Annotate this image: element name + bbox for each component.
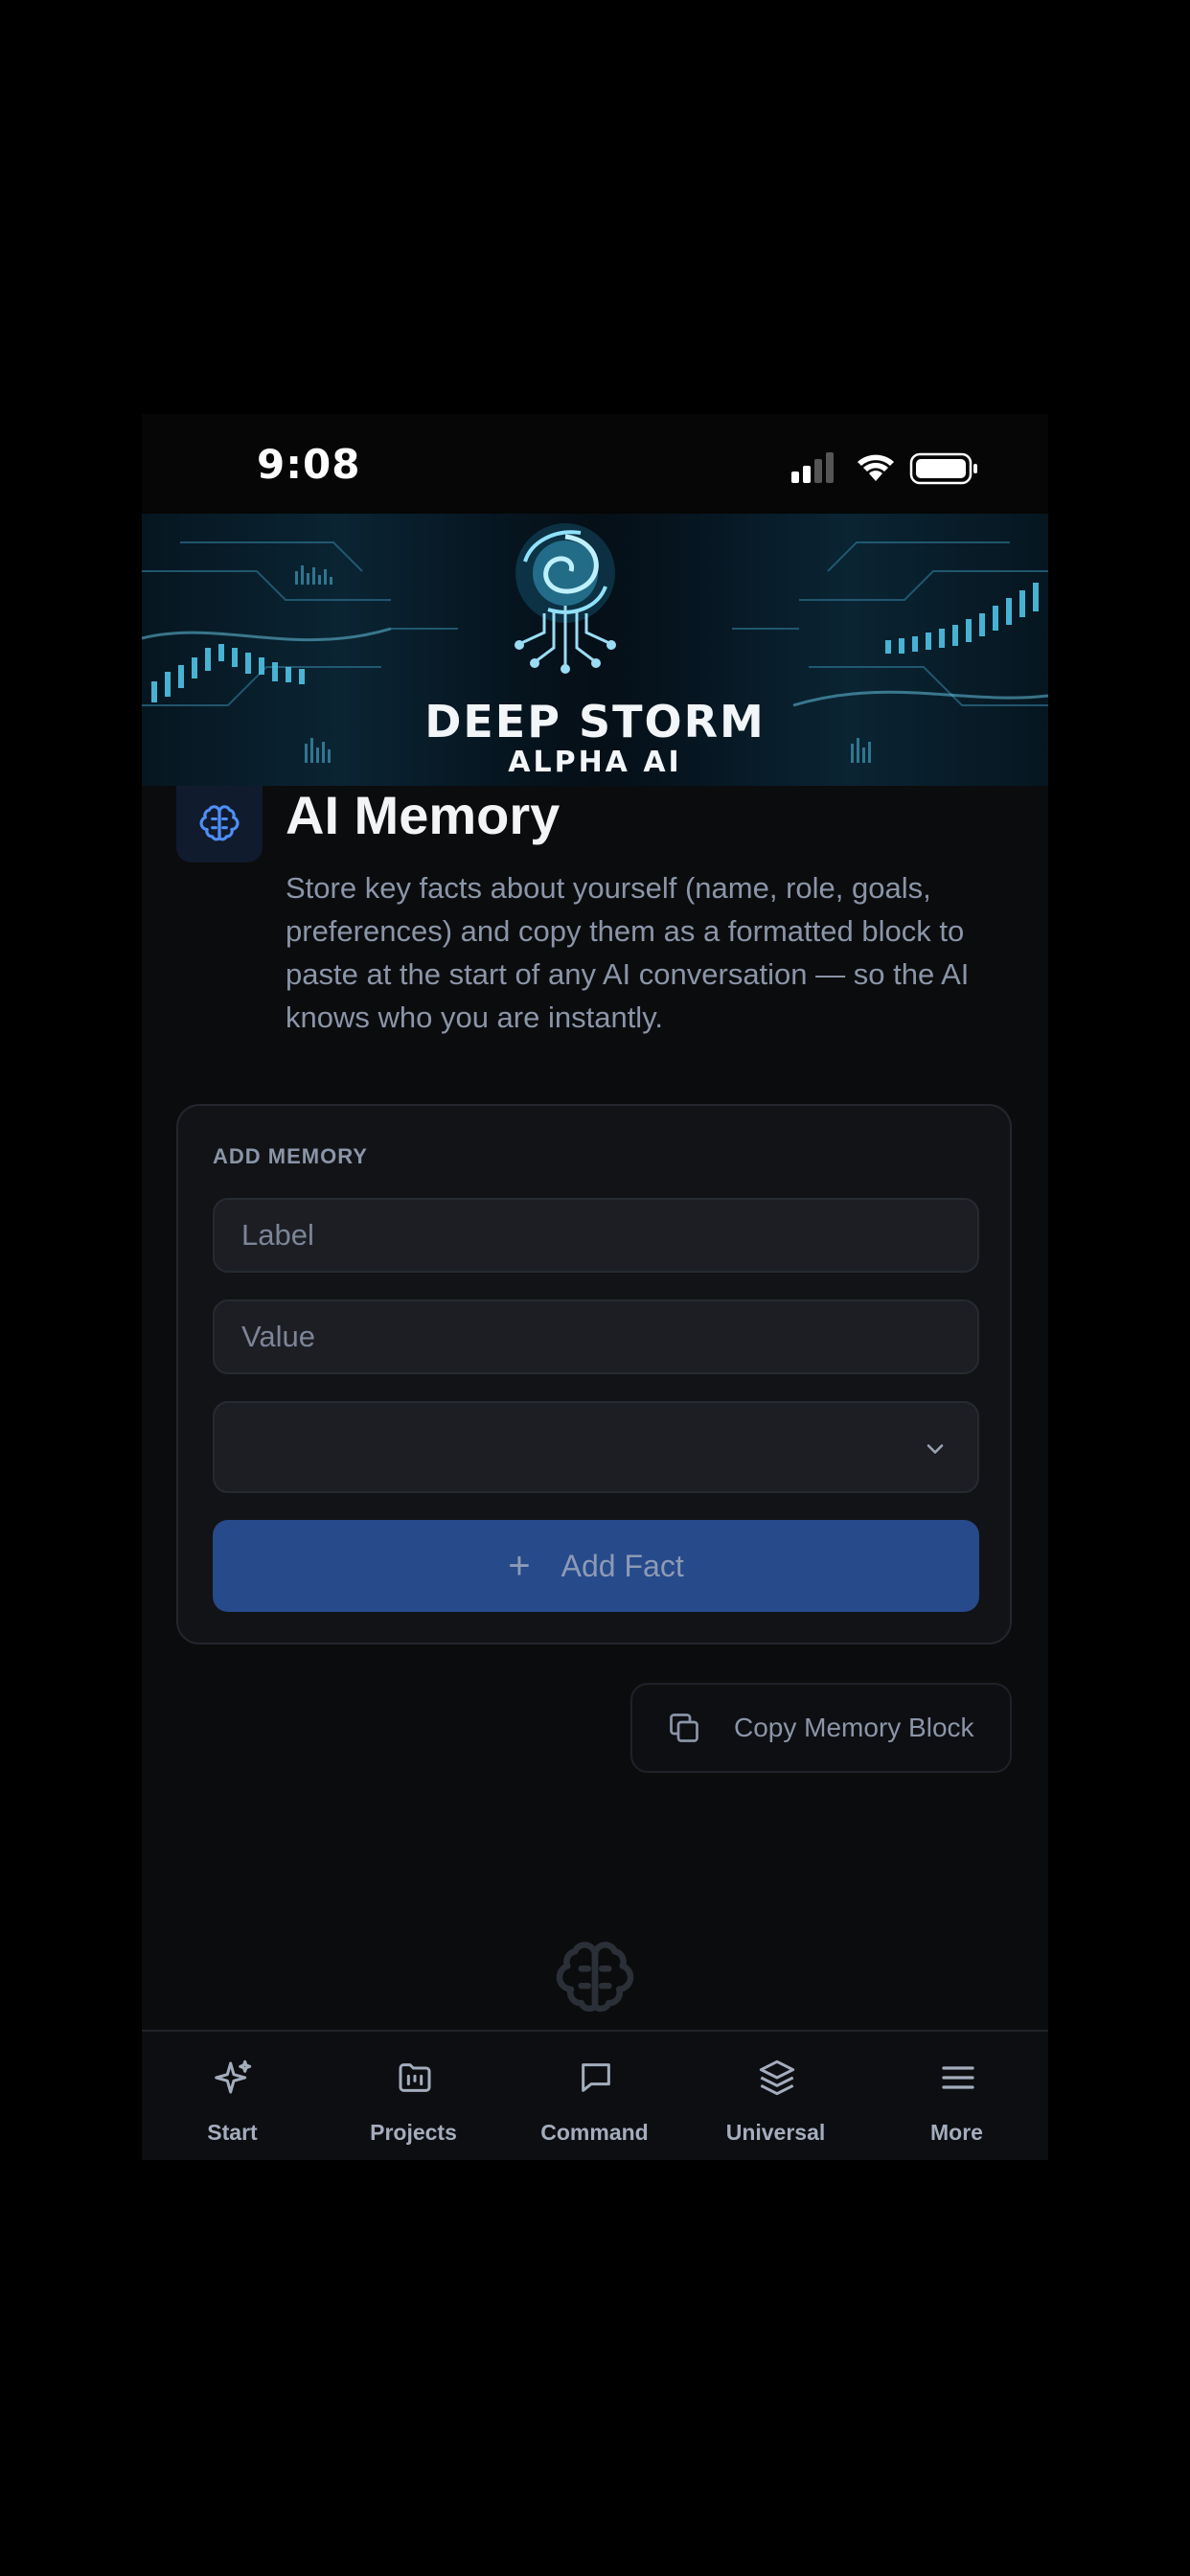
page-title: AI Memory [286, 785, 561, 845]
wifi-icon [858, 454, 894, 481]
layers-icon [759, 2059, 795, 2096]
copy-memory-block-label: Copy Memory Block [734, 1713, 974, 1742]
banner-subtitle: ALPHA AI [508, 746, 682, 779]
bottom-tab-bar: Start Projects Command Universal More [142, 2030, 1048, 2160]
tab-universal[interactable]: Universal [685, 2032, 866, 2160]
tab-label: More [930, 2120, 983, 2145]
tab-more[interactable]: More [866, 2032, 1047, 2160]
tab-label: Projects [370, 2120, 457, 2145]
status-bar: 9:08 [142, 414, 1048, 514]
menu-icon [942, 2066, 974, 2089]
add-memory-heading: ADD MEMORY [213, 1144, 368, 1168]
tab-label: Command [540, 2120, 649, 2145]
copy-icon [670, 1714, 698, 1742]
tab-projects[interactable]: Projects [323, 2032, 504, 2160]
status-time: 9:08 [257, 441, 361, 488]
add-memory-card: ADD MEMORY + Add Fact [176, 1104, 1012, 1644]
chat-bubble-icon [582, 2063, 610, 2092]
brain-icon [556, 1942, 634, 2012]
add-fact-button[interactable]: + Add Fact [213, 1520, 979, 1612]
status-icons [791, 452, 977, 485]
sparkles-icon [215, 2059, 252, 2094]
tab-label: Universal [725, 2120, 826, 2145]
cellular-signal-icon [791, 452, 834, 483]
add-fact-label: Add Fact [561, 1548, 684, 1583]
banner-title: DEEP STORM [424, 696, 766, 748]
chevron-down-icon [927, 1444, 944, 1454]
brain-icon [199, 805, 240, 841]
tab-label: Start [207, 2120, 258, 2145]
category-select[interactable] [213, 1401, 979, 1493]
label-input[interactable] [213, 1198, 979, 1273]
brand-banner: DEEP STORM ALPHA AI [142, 514, 1048, 786]
page-description: Store key facts about yourself (name, ro… [286, 871, 970, 1034]
app-screen: 9:08 DEEP STORM ALPHA AI AI Memory Store… [142, 414, 1048, 2160]
storm-swirl-icon [515, 523, 616, 674]
plus-icon: + [508, 1544, 531, 1587]
tab-command[interactable]: Command [504, 2032, 685, 2160]
memory-badge [176, 786, 263, 862]
folder-icon [399, 2063, 431, 2092]
copy-memory-block-button[interactable]: Copy Memory Block [630, 1683, 1012, 1773]
battery-icon [909, 452, 977, 485]
value-input[interactable] [213, 1300, 979, 1374]
tab-start[interactable]: Start [142, 2032, 323, 2160]
